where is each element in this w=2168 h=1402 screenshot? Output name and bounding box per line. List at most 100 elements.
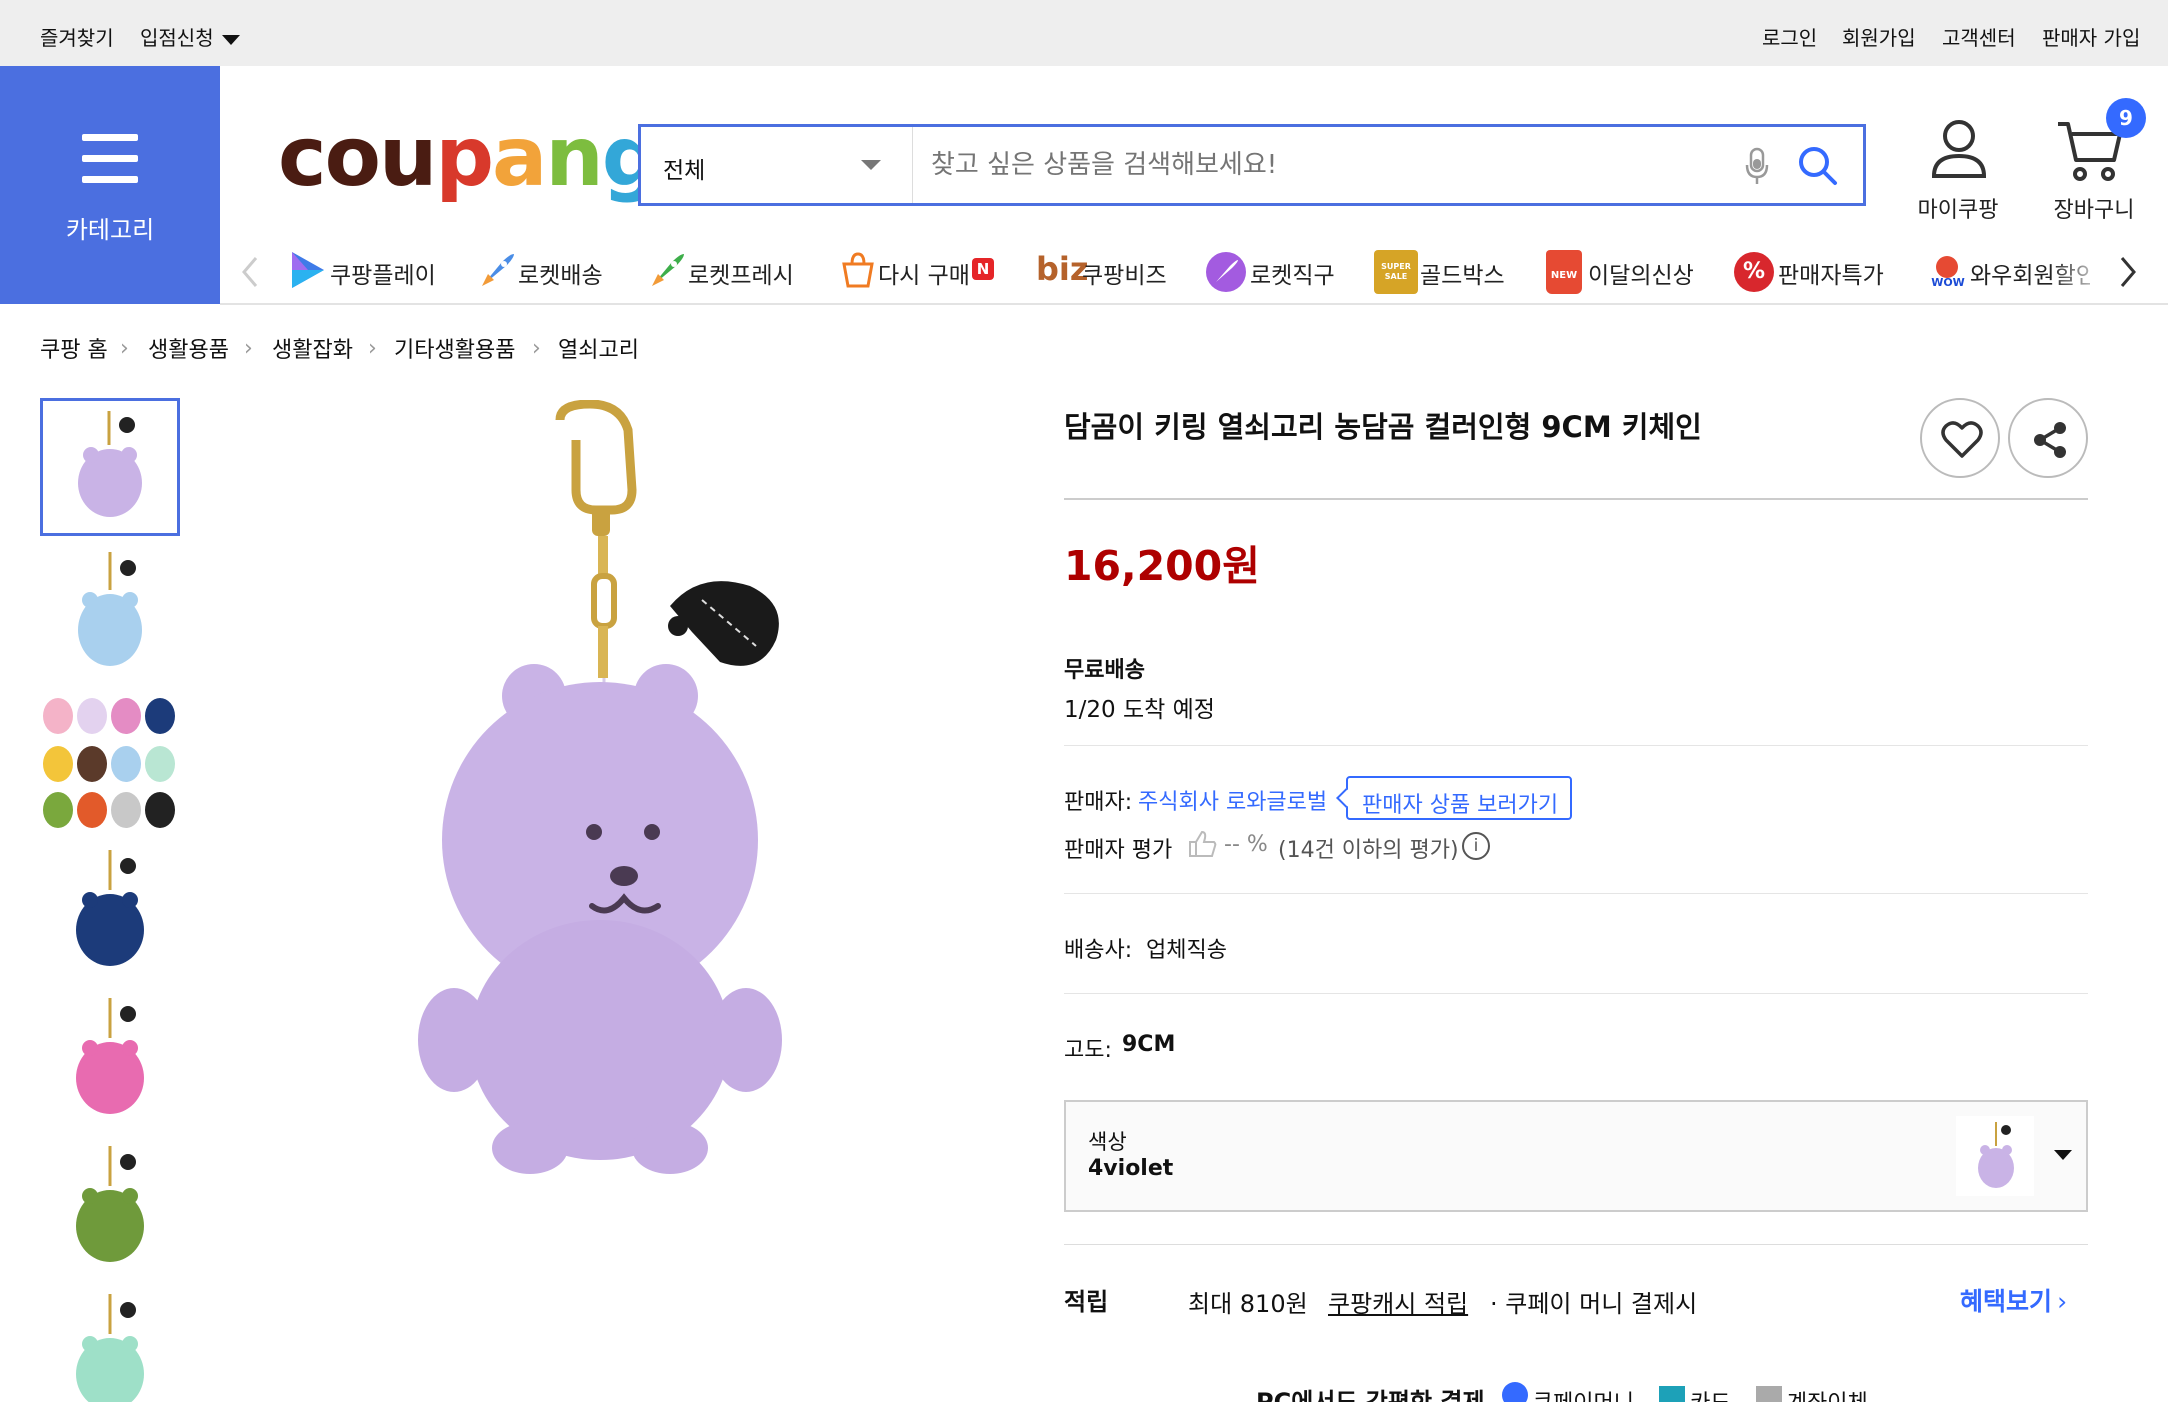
- search-icon[interactable]: [1797, 145, 1839, 187]
- color-option-select[interactable]: 색상 4violet: [1064, 1100, 2088, 1212]
- catnav-item-rocket-delivery[interactable]: 로켓배송: [518, 256, 603, 290]
- share-button[interactable]: [2008, 398, 2088, 478]
- category-menu-button[interactable]: 카테고리: [0, 66, 220, 304]
- chevron-right-icon[interactable]: [2118, 256, 2138, 288]
- thumbnail-color-grid[interactable]: [40, 694, 180, 832]
- header-divider: [220, 303, 2168, 305]
- login-link[interactable]: 로그인: [1762, 22, 1817, 51]
- reward-label: 적립: [1064, 1288, 1109, 1316]
- thumbnail-green[interactable]: [40, 1138, 180, 1276]
- rocket-fresh-icon: [652, 254, 684, 286]
- chevron-down-icon: [861, 160, 881, 170]
- coupay-icon: [1501, 1382, 1528, 1402]
- breadcrumb-item[interactable]: 생활용품: [148, 332, 229, 364]
- seller-rating-note: (14건 이하의 평가): [1278, 838, 1459, 863]
- divider: [1064, 893, 2088, 894]
- search-category-select[interactable]: 전체: [641, 127, 913, 203]
- divider: [1064, 1244, 2088, 1245]
- product-title: 담곰이 키링 열쇠고리 농담곰 컬러인형 9CM 키체인: [1064, 410, 1702, 444]
- catnav-item-coupang-play[interactable]: 쿠팡플레이: [330, 256, 436, 290]
- goldbox-icon-text: SUPER SALE: [1381, 262, 1411, 281]
- microphone-icon[interactable]: [1745, 147, 1769, 187]
- cart-label: 장바구니: [2053, 198, 2135, 223]
- breadcrumb-item[interactable]: 열쇠고리: [558, 332, 639, 364]
- reward-note: · 쿠페이 머니 결제시: [1490, 1290, 1698, 1318]
- seller-rating-value: -- %: [1224, 832, 1268, 857]
- search-input[interactable]: [931, 141, 1731, 189]
- rocket-icon: [482, 254, 514, 286]
- mycoupang-label: 마이쿠팡: [1917, 198, 1999, 223]
- cart-button[interactable]: 9 장바구니: [2048, 98, 2148, 223]
- breadcrumb-item[interactable]: 생활잡화: [272, 332, 353, 364]
- wishlist-button[interactable]: [1920, 398, 2000, 478]
- signup-link[interactable]: 회원가입: [1842, 22, 1916, 51]
- main-product-image: [418, 400, 782, 1174]
- catnav-item-new-this-month[interactable]: 이달의신상: [1588, 256, 1694, 290]
- percent-icon: %: [1734, 252, 1774, 292]
- pay-account: 계좌이체: [1787, 1391, 1868, 1402]
- seller-join-link[interactable]: 판매자 가입: [2042, 22, 2140, 51]
- cart-count-badge: 9: [2106, 98, 2146, 138]
- thumbnail-blue[interactable]: [40, 544, 180, 682]
- seller-products-label: 판매자 상품 보러가기: [1362, 793, 1559, 818]
- catnav-item-coupang-biz[interactable]: 쿠팡비즈: [1082, 256, 1167, 290]
- goldbox-icon: SUPER SALE: [1374, 250, 1418, 294]
- thumbnail-navy[interactable]: [40, 842, 180, 980]
- reward-max: 최대 810원: [1188, 1290, 1308, 1318]
- pay-coupay: 쿠페이머니: [1533, 1391, 1634, 1402]
- benefit-link[interactable]: 혜택보기 ›: [1960, 1282, 2067, 1318]
- new-bag-icon-text: NEW: [1550, 270, 1578, 281]
- chevron-right-icon: ›: [532, 336, 541, 361]
- caret-down-icon: [221, 34, 240, 45]
- biz-icon: biz: [1036, 250, 1089, 288]
- rocket-global-icon: [1206, 252, 1246, 292]
- new-bag-icon: NEW: [1546, 250, 1582, 294]
- chevron-right-icon: ›: [368, 336, 377, 361]
- height-value: 9CM: [1122, 1032, 1176, 1057]
- category-label: 카테고리: [65, 216, 155, 244]
- catnav-item-rebuy[interactable]: 다시 구매: [878, 256, 970, 290]
- catnav-item-rocket-global[interactable]: 로켓직구: [1250, 256, 1335, 290]
- thumbnail-violet[interactable]: [40, 398, 180, 536]
- customer-center-link[interactable]: 고객센터: [1942, 22, 2016, 51]
- payment-line-title: PC에서도 간편한 결제: [1256, 1388, 1485, 1402]
- seller-products-button[interactable]: 판매자 상품 보러가기: [1336, 776, 1572, 820]
- mycoupang-button[interactable]: 마이쿠팡: [1912, 118, 2004, 223]
- coupang-logo[interactable]: coupang: [278, 110, 660, 205]
- breadcrumb-item[interactable]: 쿠팡 홈: [40, 332, 108, 364]
- seller-apply-label: 입점신청: [140, 26, 214, 50]
- chevron-right-icon: ›: [2057, 1287, 2068, 1316]
- chevron-left-icon[interactable]: [240, 256, 260, 288]
- arrival-date: 1/20 도착 예정: [1064, 697, 1215, 723]
- thumbnail-mint[interactable]: [40, 1286, 180, 1402]
- favorites-link[interactable]: 즐겨찾기: [40, 22, 114, 51]
- coupang-cash-link[interactable]: 쿠팡캐시 적립: [1328, 1284, 1468, 1319]
- seller-name-link[interactable]: 주식회사 로와글로벌: [1138, 784, 1327, 816]
- heart-icon: [1941, 421, 1983, 458]
- tooltip-arrow: [1336, 788, 1356, 808]
- catnav-item-rocket-fresh[interactable]: 로켓프레시: [688, 256, 794, 290]
- wow-icon-text: WOW: [1931, 276, 1965, 289]
- height-label: 고도:: [1064, 1038, 1112, 1063]
- chevron-right-icon: ›: [120, 336, 129, 361]
- thumbs-up-icon: [1189, 830, 1217, 857]
- payment-line: PC에서도 간편한 결제 쿠페이머니 카드 계좌이체: [1256, 1380, 1896, 1402]
- product-price: 16,200원: [1064, 542, 1260, 590]
- breadcrumb-item[interactable]: 기타생활용품: [394, 332, 515, 364]
- catnav-item-goldbox[interactable]: 골드박스: [1420, 256, 1505, 290]
- info-icon[interactable]: i: [1462, 832, 1490, 860]
- wow-icon: WOW: [1926, 250, 1970, 294]
- option-value: 4violet: [1088, 1156, 1174, 1181]
- user-icon: [1931, 120, 1987, 178]
- share-icon: [2034, 422, 2066, 458]
- thumbnail-pink[interactable]: [40, 990, 180, 1128]
- option-thumbnail: [1956, 1116, 2034, 1196]
- new-badge: N: [972, 258, 994, 280]
- play-icon: [292, 252, 324, 288]
- card-icon: [1659, 1386, 1686, 1402]
- search-bar: 전체: [638, 124, 1866, 206]
- seller-apply-menu[interactable]: 입점신청: [140, 22, 240, 51]
- option-label: 색상: [1088, 1130, 1127, 1154]
- catnav-item-seller-deal[interactable]: 판매자특가: [1778, 256, 1884, 290]
- delivery-value: 업체직송: [1146, 938, 1227, 963]
